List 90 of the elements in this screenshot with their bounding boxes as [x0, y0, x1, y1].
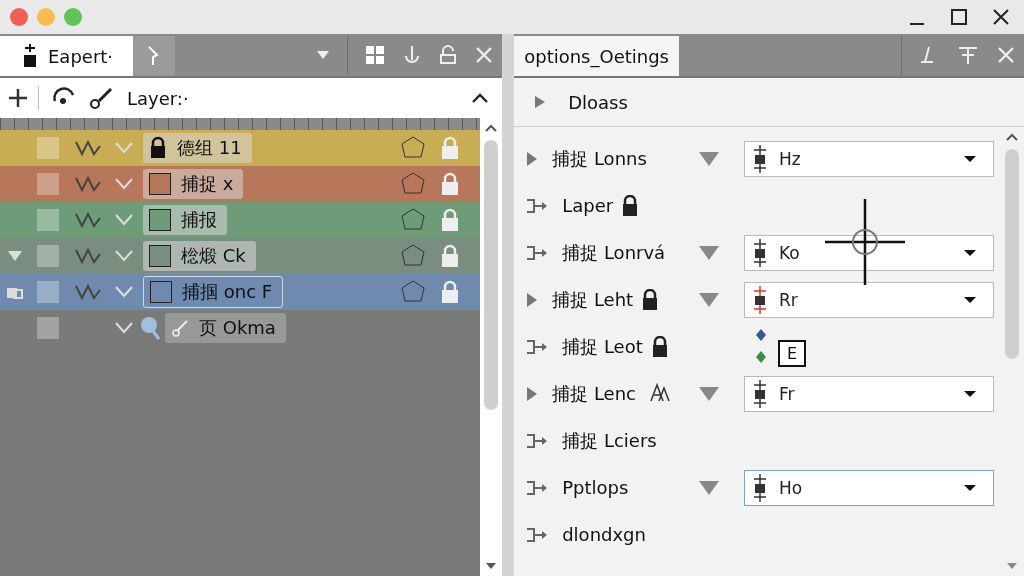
expand-icon[interactable] [526, 291, 539, 308]
layer-swatch[interactable] [37, 317, 59, 339]
panel-tab[interactable]: Eapert· [0, 36, 134, 76]
collapse-triangle-icon[interactable] [698, 150, 720, 167]
scroll-down-icon[interactable] [485, 562, 498, 570]
dropdown-icon[interactable] [316, 50, 331, 60]
chevron-icon[interactable] [115, 142, 133, 154]
lock-icon[interactable] [440, 172, 461, 196]
unlock-icon[interactable] [439, 45, 458, 65]
expand-icon[interactable] [526, 150, 539, 167]
option-label: Laper [562, 195, 614, 216]
brush-icon[interactable] [89, 87, 113, 109]
dropdown-caret-icon [963, 295, 977, 304]
dropdown-caret-icon [963, 154, 977, 163]
collapse-icon[interactable] [472, 93, 489, 103]
collapse-triangle-icon[interactable] [698, 385, 720, 402]
dropdown[interactable]: Fr [744, 375, 994, 412]
layer-name-chip[interactable]: 棇煅 Ck [143, 241, 256, 271]
chevron-icon[interactable] [115, 286, 133, 298]
panel-tab[interactable]: options_Oetings [514, 36, 679, 76]
tab-icon[interactable] [133, 36, 176, 76]
layer-row[interactable]: 捕报 [0, 202, 481, 238]
lock-icon[interactable] [440, 136, 461, 160]
color-swatch [149, 245, 171, 267]
grid-icon[interactable] [365, 45, 386, 65]
dropdown[interactable]: Ho [744, 469, 994, 506]
option-label: 捕捉 Lenc [552, 381, 636, 406]
layer-name-chip[interactable]: 捕掴 onc F [143, 276, 284, 308]
scroll-up-icon[interactable] [1006, 133, 1018, 141]
layer-row[interactable]: 棇煅 Ck [0, 238, 481, 274]
chevron-icon[interactable] [115, 178, 133, 190]
lock-icon[interactable] [440, 208, 461, 232]
chevron-icon[interactable] [115, 250, 133, 262]
dropdown[interactable]: Rr [744, 281, 994, 318]
marker-label: E [778, 340, 807, 367]
shape-icon [400, 279, 427, 305]
layer-swatch[interactable] [37, 209, 59, 231]
color-swatch [149, 209, 171, 231]
color-swatch [149, 173, 171, 195]
collapse-triangle-icon[interactable] [698, 244, 720, 261]
layer-name-chip[interactable]: 页 Okma [165, 313, 286, 343]
brush-icon [171, 319, 189, 337]
layer-name-chip[interactable]: 德组 11 [143, 133, 252, 163]
shape-icon [400, 135, 427, 161]
dropdown-caret-icon [963, 248, 977, 257]
close-icon[interactable] [992, 8, 1010, 26]
layer-swatch[interactable] [37, 281, 59, 303]
layer-row[interactable]: 捕捉 x [0, 166, 481, 202]
dropdown-caret-icon [963, 483, 977, 492]
shape-icon [400, 171, 427, 197]
layer-swatch[interactable] [37, 173, 59, 195]
collapse-triangle-icon[interactable] [698, 479, 720, 496]
crosshair-icon [825, 199, 906, 285]
lock-icon[interactable] [440, 244, 461, 268]
chevron-icon[interactable] [115, 322, 133, 334]
magnifier-icon [139, 315, 161, 341]
lock-icon[interactable] [440, 280, 461, 304]
shape-icon [400, 243, 427, 269]
option-label: 捕捉 Lciers [562, 428, 657, 453]
scrollbar[interactable] [480, 118, 503, 576]
maximize-icon[interactable] [950, 8, 968, 26]
option-label: Pptlops [562, 477, 629, 498]
option-label: 捕捉 Lonrvá [562, 240, 666, 265]
option-label: dlondxgn [562, 524, 646, 545]
layer-name-chip[interactable]: 捕报 [143, 205, 227, 235]
option-label: 捕捉 Lonns [552, 146, 647, 171]
layer-name-chip[interactable]: 捕捉 x [143, 169, 244, 199]
toolbar-label: Layer:· [127, 87, 189, 109]
option-label: 捕捉 Leot [562, 334, 643, 359]
expand-icon[interactable] [526, 385, 539, 402]
font-icon [650, 381, 670, 402]
scroll-down-icon[interactable] [1006, 562, 1018, 570]
expand-icon[interactable] [7, 250, 23, 262]
layer-row[interactable]: 捕掴 onc F [0, 274, 481, 310]
chevron-icon[interactable] [115, 214, 133, 226]
collapse-triangle-icon[interactable] [698, 291, 720, 308]
layer-swatch[interactable] [37, 137, 59, 159]
layer-swatch[interactable] [37, 245, 59, 267]
pin-icon[interactable] [957, 45, 979, 65]
layer-row[interactable]: 德组 11 [0, 130, 481, 166]
scroll-up-icon[interactable] [485, 124, 498, 132]
color-swatch [150, 281, 172, 303]
add-icon[interactable] [8, 88, 28, 108]
dropdown[interactable]: Ko [744, 234, 994, 271]
dropdown[interactable]: Hz [744, 140, 994, 177]
expand-icon[interactable] [534, 95, 547, 109]
dropdown-caret-icon [963, 389, 977, 398]
section-title: Dloass [568, 91, 628, 113]
option-label: 捕捉 Leht [552, 287, 634, 312]
shape-icon [400, 207, 427, 233]
